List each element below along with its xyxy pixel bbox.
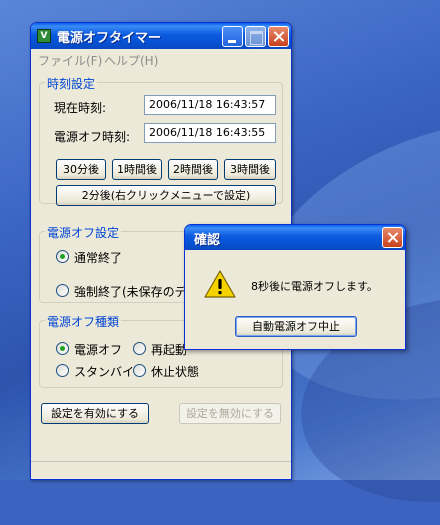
app-icon: V	[37, 29, 51, 43]
group-label: 時刻設定	[45, 75, 98, 92]
standby-label: スタンバイ	[74, 365, 135, 379]
force-shutdown-label: 強制終了(未保存のデ	[74, 285, 187, 299]
restart-radio[interactable]	[133, 342, 146, 355]
status-bar	[31, 461, 291, 479]
poweroff-time-label: 電源オフ時刻:	[54, 130, 131, 144]
maximize-button[interactable]	[245, 26, 266, 47]
group-label: 電源オフ設定	[45, 224, 122, 241]
menu-file[interactable]: ファイル(F)	[38, 52, 102, 69]
enable-settings-button[interactable]: 設定を有効にする	[41, 403, 149, 424]
current-time-field[interactable]: 2006/11/18 16:43:57	[144, 95, 276, 115]
poweroff-time-field[interactable]: 2006/11/18 16:43:55	[144, 123, 276, 143]
time-settings-group: 時刻設定 現在時刻: 2006/11/18 16:43:57 電源オフ時刻: 2…	[39, 75, 283, 206]
power-off-radio[interactable]	[56, 342, 69, 355]
warning-icon	[204, 270, 236, 298]
power-off-label: 電源オフ	[74, 343, 123, 357]
dialog-close-button[interactable]	[382, 227, 403, 248]
normal-shutdown-label: 通常終了	[74, 251, 123, 265]
menu-help[interactable]: ヘルプ(H)	[104, 52, 158, 69]
disable-settings-button: 設定を無効にする	[179, 403, 281, 424]
preset-2hour-button[interactable]: 2時間後	[168, 159, 218, 180]
hibernate-label: 休止状態	[151, 365, 200, 379]
preset-30min-button[interactable]: 30分後	[56, 159, 106, 180]
close-button[interactable]	[268, 26, 289, 47]
group-label: 電源オフ種類	[45, 313, 122, 330]
minimize-button[interactable]	[222, 26, 243, 47]
normal-shutdown-radio[interactable]	[56, 250, 69, 263]
preset-1hour-button[interactable]: 1時間後	[112, 159, 162, 180]
two-minutes-button[interactable]: 2分後(右クリックメニューで設定)	[56, 185, 276, 206]
dialog-title-bar[interactable]: 確認	[185, 225, 405, 250]
confirm-dialog: 確認 8秒後に電源オフします。 自動電源オフ中止	[184, 224, 406, 350]
window-title: 電源オフタイマー	[57, 31, 162, 46]
menu-bar: ファイル(F) ヘルプ(H)	[34, 50, 288, 68]
force-shutdown-radio[interactable]	[56, 284, 69, 297]
dialog-message: 8秒後に電源オフします。	[251, 280, 378, 293]
current-time-label: 現在時刻:	[54, 101, 107, 115]
dialog-title: 確認	[194, 233, 221, 248]
preset-3hour-button[interactable]: 3時間後	[224, 159, 276, 180]
hibernate-radio[interactable]	[133, 364, 146, 377]
restart-label: 再起動	[151, 343, 188, 357]
title-bar[interactable]: V 電源オフタイマー	[31, 23, 291, 49]
cancel-auto-poweroff-button[interactable]: 自動電源オフ中止	[235, 316, 357, 337]
standby-radio[interactable]	[56, 364, 69, 377]
